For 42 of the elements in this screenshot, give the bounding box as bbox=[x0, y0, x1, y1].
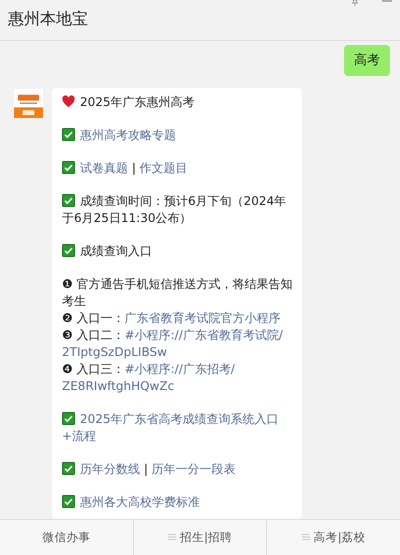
sent-message: 高考 bbox=[344, 44, 390, 76]
message-text: 于6月25日11:30公布） bbox=[62, 210, 192, 225]
message-text: ❷ 入口一： bbox=[62, 310, 125, 325]
message-text: 考生 bbox=[62, 294, 86, 308]
link[interactable]: 惠州各大高校学费标准 bbox=[80, 494, 200, 509]
avatar-logo-icon bbox=[14, 88, 43, 118]
message-text: ❹ 入口三： bbox=[62, 362, 125, 376]
check-icon bbox=[62, 412, 75, 425]
menu-tab[interactable]: 招生|招聘 bbox=[132, 520, 266, 555]
message-text: | bbox=[130, 160, 137, 175]
message-text: ❸ 入口二： bbox=[62, 328, 125, 342]
link[interactable]: +流程 bbox=[62, 428, 96, 443]
link[interactable]: ZE8RIwftghHQwZc bbox=[62, 378, 174, 393]
check-icon bbox=[62, 462, 75, 475]
menu-tab[interactable]: 微信办事 bbox=[0, 520, 133, 555]
check-icon bbox=[62, 494, 75, 508]
link[interactable]: 历年一分一段表 bbox=[152, 462, 236, 476]
heart-icon bbox=[62, 94, 75, 108]
link[interactable]: 试卷真题 bbox=[80, 160, 128, 175]
message-text: ❶ 官方通告手机短信推送方式，将结果告知 bbox=[62, 276, 293, 291]
menu-tab[interactable]: 高考|荔校 bbox=[266, 520, 400, 555]
submenu-icon bbox=[302, 534, 310, 540]
check-icon bbox=[62, 160, 75, 174]
link[interactable]: 惠州高考攻略专题 bbox=[80, 128, 176, 142]
message-text: 成绩查询入口 bbox=[80, 244, 152, 258]
submenu-icon bbox=[168, 534, 176, 540]
link[interactable]: #小程序://广东省教育考试院/ bbox=[124, 328, 283, 342]
check-icon bbox=[62, 128, 75, 141]
message-text: 成绩查询时间：预计6月下旬（2024年 bbox=[80, 194, 286, 208]
chat-title: 惠州本地宝 bbox=[8, 9, 88, 30]
check-icon bbox=[62, 194, 75, 207]
check-icon bbox=[62, 244, 75, 257]
link[interactable]: 广东省教育考试院官方小程序 bbox=[124, 310, 281, 325]
message-text: | bbox=[142, 462, 149, 476]
link[interactable]: #小程序://广东招考/ bbox=[124, 362, 235, 376]
link[interactable]: 2025年广东省高考成绩查询系统入口 bbox=[80, 412, 279, 426]
link[interactable]: 2TIptgSzDpLIBSw bbox=[62, 344, 167, 359]
pin-icon[interactable] bbox=[350, 0, 360, 6]
link[interactable]: 作文题目 bbox=[140, 160, 188, 175]
menu-icon[interactable] bbox=[382, 0, 392, 4]
message-text: 2025年广东惠州高考 bbox=[80, 94, 195, 109]
link[interactable]: 历年分数线 bbox=[80, 462, 140, 476]
